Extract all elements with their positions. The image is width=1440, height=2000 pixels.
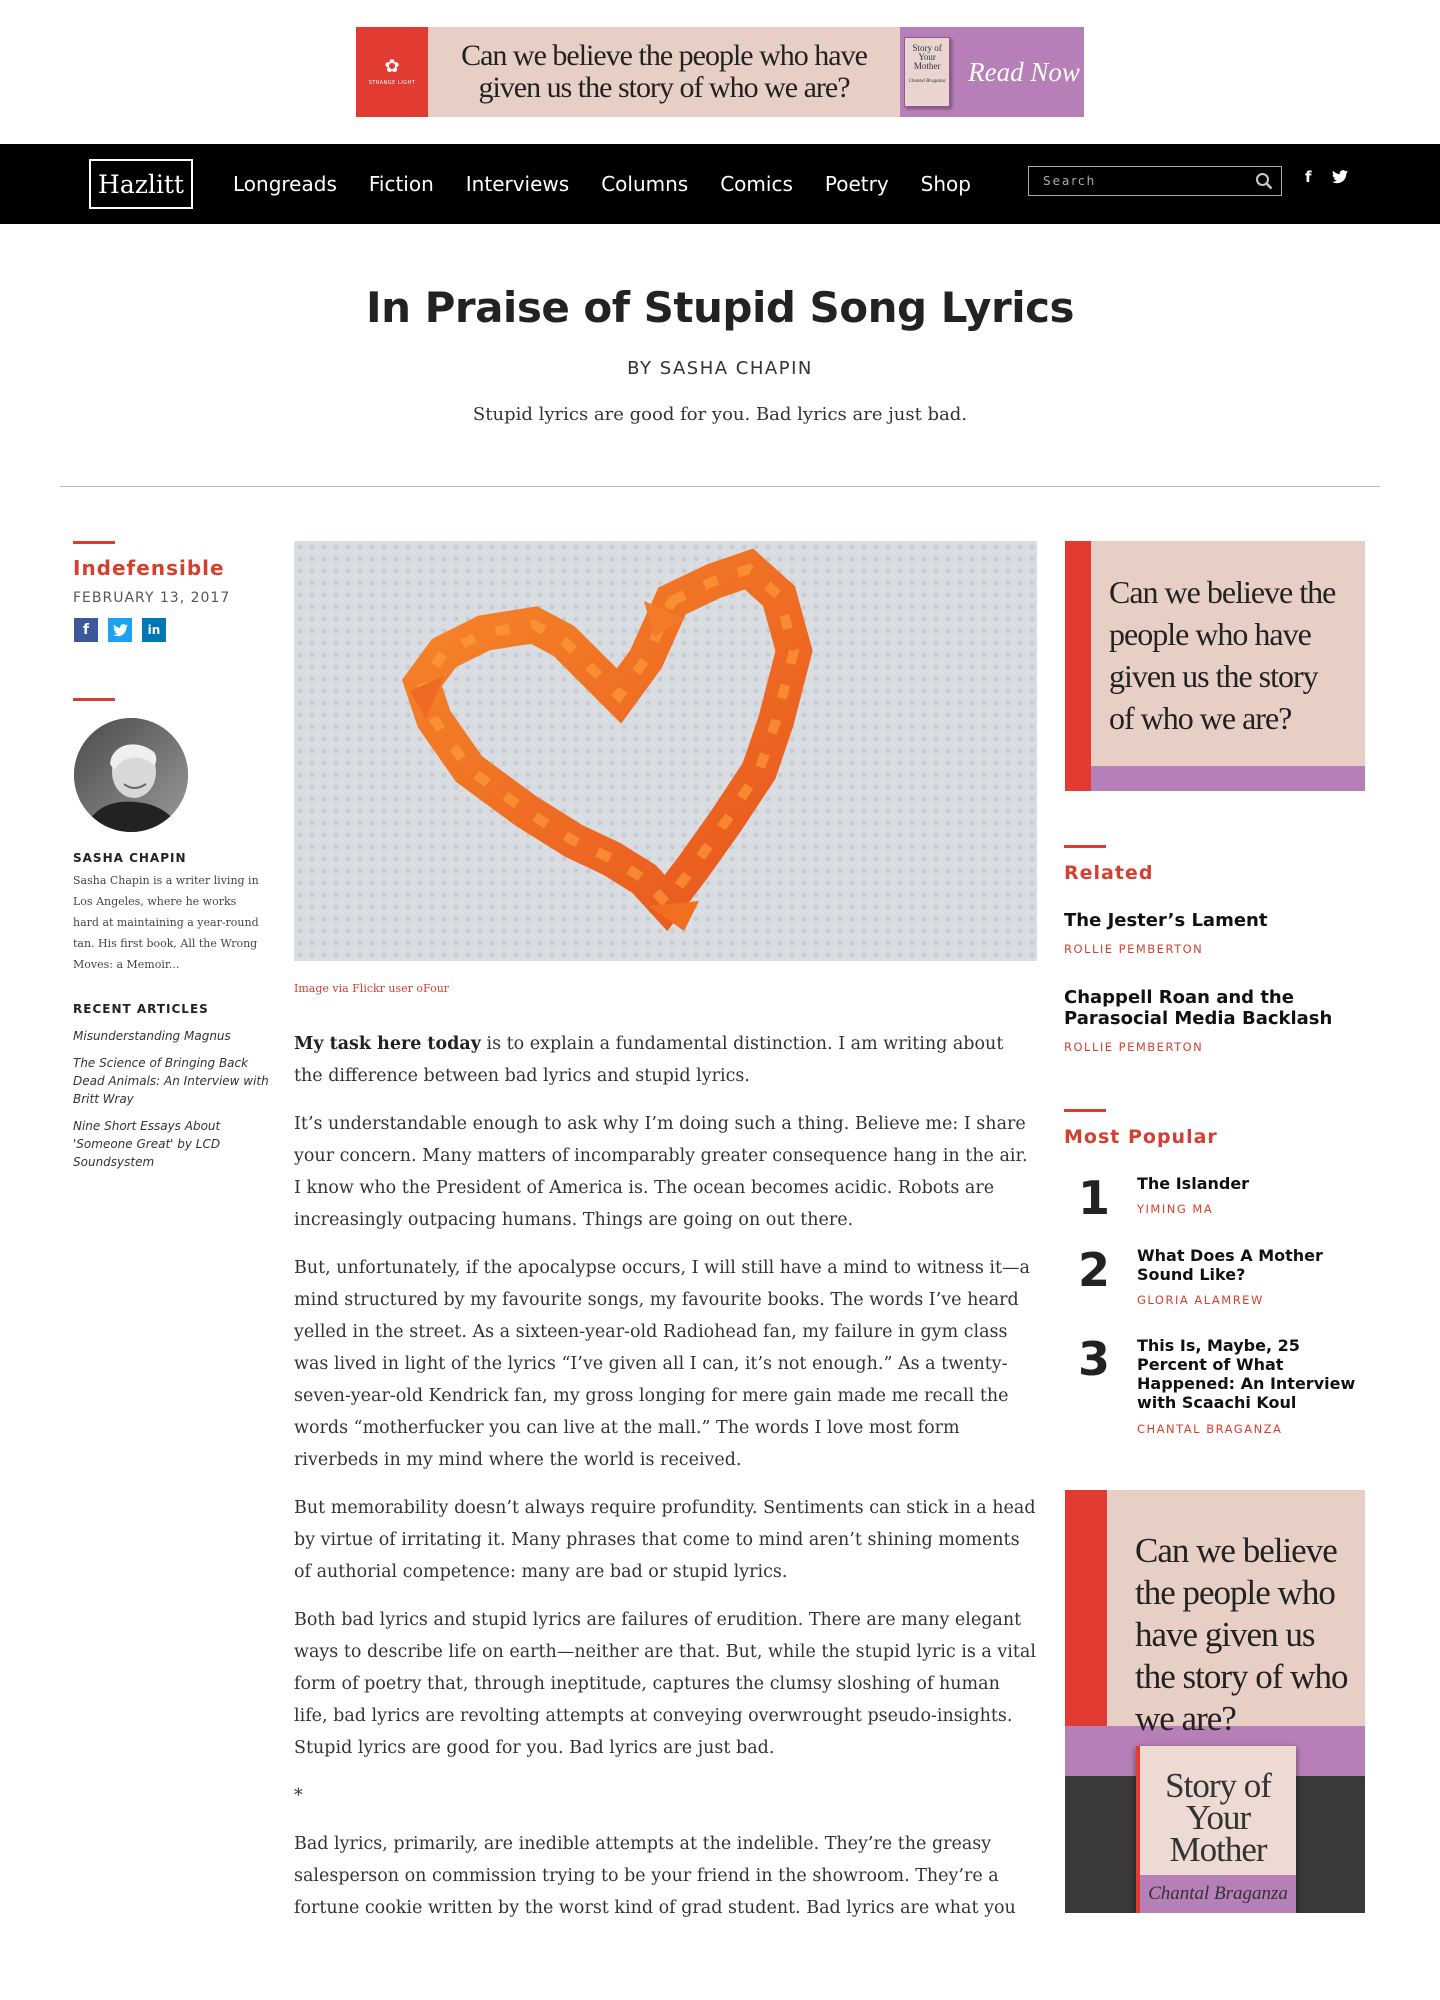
related-article-author[interactable]: ROLLIE PEMBERTON	[1064, 942, 1203, 956]
bird-icon: ✿	[384, 56, 400, 77]
article-paragraph: But, unfortunately, if the apocalypse oc…	[294, 1258, 1030, 1470]
share-twitter-icon[interactable]	[108, 618, 132, 642]
ad-brand-name: STRANGE LIGHT	[368, 80, 416, 86]
ad-red-stripe	[1065, 541, 1091, 791]
tall-ad-text: Can we believe the people who have given…	[1135, 1531, 1348, 1738]
article-paragraph: It’s understandable enough to ask why I’…	[294, 1114, 1028, 1230]
lead-in: My task here today	[294, 1034, 481, 1054]
nav-links: Longreads Fiction Interviews Columns Com…	[233, 144, 1003, 224]
author-name[interactable]: SASHA CHAPIN	[73, 851, 187, 865]
ad-purple-band	[1091, 766, 1365, 791]
search-box	[1028, 166, 1282, 196]
sidebar-ad-text: Can we believe the people who have given…	[1109, 574, 1336, 736]
recent-articles-heading: RECENT ARTICLES	[73, 1002, 209, 1016]
nav-link-shop[interactable]: Shop	[921, 172, 971, 196]
nav-link-poetry[interactable]: Poetry	[825, 172, 889, 196]
popular-rank: 3	[1078, 1332, 1111, 1386]
most-popular-heading: Most Popular	[1064, 1126, 1218, 1148]
related-accent-bar	[1064, 845, 1106, 848]
image-caption[interactable]: Image via Flickr user oFour	[294, 982, 449, 995]
read-now-label[interactable]: Read Now	[968, 57, 1080, 88]
article-dek: Stupid lyrics are good for you. Bad lyri…	[472, 404, 968, 425]
site-logo[interactable]: Hazlitt	[89, 159, 193, 209]
author-portrait	[74, 718, 188, 832]
article-body: My task here today is to explain a funda…	[294, 1028, 1037, 1918]
ad-book-cover: Story of Your Mother Chantal Braganza	[904, 37, 951, 107]
related-article-title[interactable]: The Jester’s Lament	[1064, 910, 1354, 931]
search-input[interactable]	[1043, 174, 1248, 188]
column-accent-bar	[73, 541, 115, 544]
hero-image	[294, 541, 1037, 961]
author-avatar[interactable]	[74, 718, 188, 832]
nav-link-columns[interactable]: Columns	[601, 172, 688, 196]
header-divider	[60, 486, 1380, 487]
dorito-heart-image	[294, 541, 1037, 961]
related-article-author[interactable]: ROLLIE PEMBERTON	[1064, 1040, 1203, 1054]
ad-book-title: Story of Your Mother	[912, 43, 942, 71]
recent-article-link[interactable]: Misunderstanding Magnus	[73, 1027, 273, 1045]
strange-light-logo: ✿ STRANGE LIGHT	[356, 27, 428, 117]
recent-article-link[interactable]: Nine Short Essays About 'Someone Great' …	[73, 1117, 273, 1171]
article-title: In Praise of Stupid Song Lyrics	[365, 283, 1075, 332]
ad-red-stripe	[1065, 1490, 1107, 1726]
publish-date: FEBRUARY 13, 2017	[73, 590, 231, 606]
ad-book-author: Chantal Braganza	[1140, 1875, 1296, 1913]
popular-article-title[interactable]: The Islander	[1137, 1174, 1359, 1193]
ad-read-now[interactable]: Story of Your Mother Chantal Braganza Re…	[900, 27, 1084, 117]
popular-article-title[interactable]: This Is, Maybe, 25 Percent of What Happe…	[1137, 1336, 1359, 1412]
search-icon[interactable]	[1255, 172, 1273, 190]
sidebar-tall-ad[interactable]: Can we believe the people who have given…	[1065, 1490, 1365, 1913]
twitter-bird-icon	[112, 623, 128, 636]
popular-article-title[interactable]: What Does A Mother Sound Like?	[1137, 1246, 1359, 1284]
article-paragraph: But memorability doesn’t always require …	[294, 1498, 1036, 1582]
column-name[interactable]: Indefensible	[73, 556, 225, 580]
popular-article-author[interactable]: CHANTAL BRAGANZA	[1137, 1422, 1282, 1436]
ad-book-title: Story of Your Mother	[1165, 1766, 1272, 1869]
popular-rank: 1	[1078, 1171, 1111, 1225]
recent-article-link[interactable]: The Science of Bringing Back Dead Animal…	[73, 1054, 273, 1108]
ad-book-author: Chantal Braganza	[908, 79, 946, 84]
main-navbar: Hazlitt Longreads Fiction Interviews Col…	[0, 144, 1440, 224]
ad-headline: Can we believe the people who have given…	[428, 27, 900, 117]
article-byline[interactable]: BY SASHA CHAPIN	[0, 358, 1440, 379]
facebook-icon[interactable]: f	[1305, 168, 1312, 186]
nav-link-comics[interactable]: Comics	[720, 172, 793, 196]
article-paragraph: Both bad lyrics and stupid lyrics are fa…	[294, 1610, 1036, 1758]
sidebar-ad[interactable]: Can we believe the people who have given…	[1065, 541, 1365, 791]
author-bio: Sasha Chapin is a writer living in Los A…	[73, 874, 259, 971]
popular-accent-bar	[1064, 1109, 1106, 1112]
popular-article-author[interactable]: GLORIA ALAMREW	[1137, 1293, 1264, 1307]
article-paragraph: My task here today is to explain a funda…	[294, 1028, 1037, 1092]
share-facebook-icon[interactable]: f	[74, 618, 98, 642]
popular-article-author[interactable]: YIMING MA	[1137, 1202, 1213, 1216]
share-linkedin-icon[interactable]: in	[142, 618, 166, 642]
nav-link-interviews[interactable]: Interviews	[466, 172, 569, 196]
top-banner-ad[interactable]: ✿ STRANGE LIGHT Can we believe the peopl…	[356, 27, 1084, 117]
nav-link-longreads[interactable]: Longreads	[233, 172, 337, 196]
nav-link-fiction[interactable]: Fiction	[369, 172, 434, 196]
related-article-title[interactable]: Chappell Roan and the Parasocial Media B…	[1064, 987, 1354, 1029]
related-heading: Related	[1064, 862, 1154, 884]
section-break: *	[294, 1786, 303, 1806]
ad-book-cover: Story of Your Mother Chantal Braganza	[1136, 1746, 1296, 1913]
twitter-icon[interactable]	[1332, 170, 1348, 184]
popular-rank: 2	[1078, 1243, 1111, 1297]
author-accent-bar	[73, 698, 115, 701]
article-paragraph: Bad lyrics, primarily, are inedible atte…	[294, 1834, 1016, 1918]
